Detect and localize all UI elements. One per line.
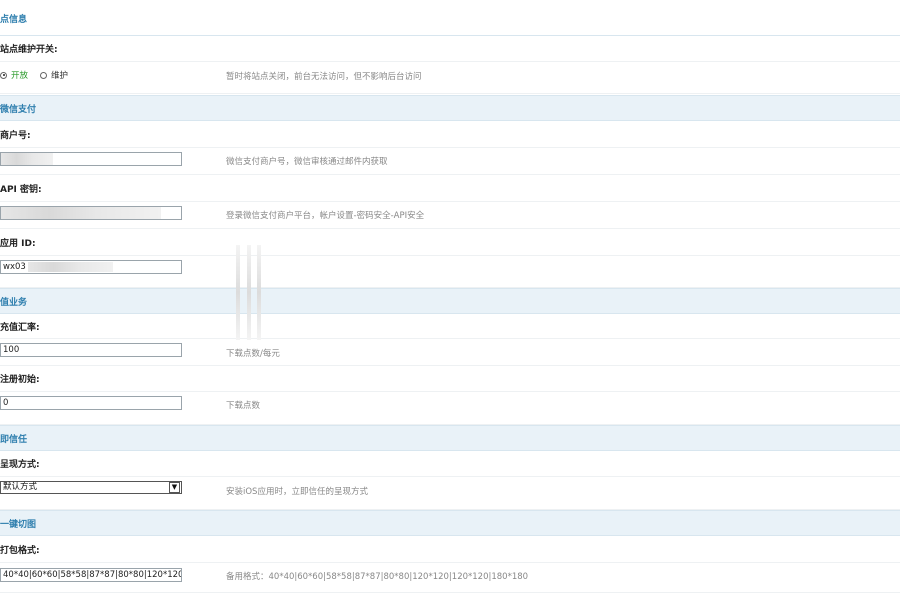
field-hint: 安装iOS应用时，立即信任的呈现方式 [226,487,368,497]
register-init-input[interactable]: 0 [0,396,182,410]
section-title: 即信任 [0,434,28,445]
section-header-recharge: 值业务 [0,288,900,314]
pack-format-input[interactable]: 40*40|60*60|58*58|87*87|80*80|120*120|12… [0,568,182,582]
input-value: wx03 [3,262,26,272]
api-key-label-row: API 密钥: [0,175,900,202]
section-header-instant-trust: 即信任 [0,425,900,451]
radio-open-label[interactable]: 开放 [11,69,28,81]
field-hint: 暂时将站点关闭，前台无法访问，但不影响后台访问 [226,72,422,82]
section-header-one-key: 一键切图 [0,510,900,536]
section-header-wechat-pay: 微信支付 [0,95,900,121]
site-maintenance-label-row: 站点维护开关: [0,36,900,62]
field-label: 站点维护开关: [0,45,58,55]
merchant-no-input-row: 微信支付商户号，微信审核通过邮件内获取 [0,148,900,175]
site-maintenance-radio-group: 开放 维护 [0,69,68,81]
api-key-input-row: 登录微信支付商户平台，帐户设置-密码安全-API安全 [0,202,900,229]
chevron-down-icon[interactable]: ▼ [169,482,180,493]
radio-maintain[interactable] [40,71,48,79]
register-init-label-row: 注册初始: [0,366,900,392]
field-label: 充值汇率: [0,322,40,333]
register-init-input-row: 0 下载点数 [0,392,900,425]
blur-artifact [257,245,261,340]
select-value: 默认方式 [3,482,38,492]
section-title: 点信息 [0,15,28,25]
app-id-input[interactable]: wx03 [0,260,182,274]
field-label: 注册初始: [0,375,40,385]
app-id-input-row: wx03 [0,256,900,288]
field-label: 打包格式: [0,545,40,556]
recharge-rate-label-row: 充值汇率: [0,314,900,339]
field-hint: 登录微信支付商户平台，帐户设置-密码安全-API安全 [226,211,425,221]
blur-artifact [247,245,251,340]
recharge-rate-input-row: 100 下载点数/每元 [0,339,900,366]
section-title: 值业务 [0,297,28,308]
app-id-label-row: 应用 ID: [0,229,900,256]
radio-open[interactable] [0,71,7,79]
field-hint: 微信支付商户号，微信审核通过邮件内获取 [226,157,388,167]
section-header-site-info: 点信息 [0,0,900,36]
field-label: 应用 ID: [0,238,36,249]
section-title: 微信支付 [0,104,37,115]
api-key-input[interactable] [0,206,182,220]
recharge-rate-input[interactable]: 100 [0,343,182,357]
merchant-no-input[interactable] [0,152,182,166]
field-label: 呈现方式: [0,460,40,470]
display-mode-input-row: 默认方式 ▼ 安装iOS应用时，立即信任的呈现方式 [0,477,900,510]
blur-artifact [236,245,240,340]
field-hint: 备用格式：40*40|60*60|58*58|87*87|80*80|120*1… [226,572,529,582]
site-maintenance-input-row: 开放 维护 暂时将站点关闭，前台无法访问，但不影响后台访问 [0,62,900,94]
field-label: 商户号: [0,130,31,141]
pack-format-label-row: 打包格式: [0,536,900,563]
field-label: API 密钥: [0,184,42,195]
field-hint: 下载点数/每元 [226,349,280,359]
pack-format-input-row: 40*40|60*60|58*58|87*87|80*80|120*120|12… [0,563,900,593]
display-mode-label-row: 呈现方式: [0,451,900,477]
radio-maintain-label[interactable]: 维护 [51,69,68,81]
section-title: 一键切图 [0,519,37,530]
merchant-no-label-row: 商户号: [0,121,900,148]
field-hint: 下载点数 [226,401,261,411]
display-mode-select[interactable]: 默认方式 ▼ [0,481,182,494]
